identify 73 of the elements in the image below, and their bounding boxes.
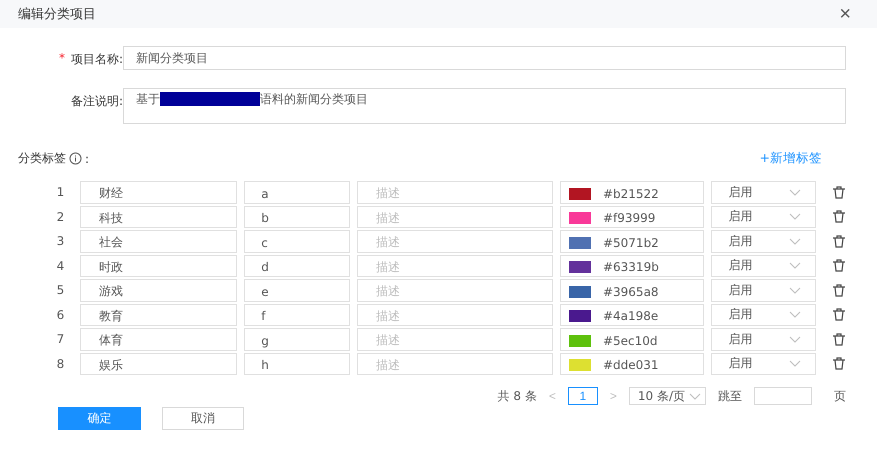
delete-button[interactable] [832,186,846,199]
delete-button[interactable] [832,284,846,297]
name-field[interactable]: 社会 [80,230,238,252]
delete-button[interactable] [832,210,846,224]
colon-text: : [85,152,90,166]
status-select[interactable]: 启用 [711,181,816,204]
color-field[interactable]: #63319b [560,254,704,277]
delete-button[interactable] [832,332,846,346]
color-field[interactable]: #5071b2 [560,230,704,252]
color-field[interactable]: #f93999 [560,206,704,228]
color-field[interactable]: #4a198e [560,304,704,326]
name-field[interactable]: 科技 [80,206,238,228]
input-field[interactable]: 新闻分类项目 [123,46,846,70]
status-select[interactable]: 启用 [711,352,816,375]
section-label: 分类标签 [18,150,66,167]
row-number: 5 [56,283,66,298]
chevron-down-icon [689,392,701,400]
required-mark: * [58,51,65,67]
delete-button[interactable] [832,234,846,248]
row-number: 8 [56,356,66,371]
color-field[interactable]: #3965a8 [560,279,704,302]
delete-button[interactable] [832,259,846,272]
field-label: 项目名称: [70,51,123,68]
jump-label: 跳至 [718,388,742,404]
field-label: 备注说明: [70,93,123,110]
name-field[interactable]: 财经 [80,181,238,204]
row-number: 7 [56,332,66,346]
color-field[interactable]: #5ec10d [560,328,704,350]
delete-button[interactable] [832,357,846,370]
code-field[interactable]: g [244,328,350,350]
color-field[interactable]: #b21522 [560,181,704,204]
dialog-title: 编辑分类项目 [18,6,96,23]
code-field[interactable]: d [244,254,350,277]
name-field[interactable]: 游戏 [80,279,238,302]
status-select[interactable]: 启用 [711,206,816,228]
chevron-down-icon [788,213,801,220]
chevron-down-icon [788,238,801,245]
code-field[interactable]: b [244,206,350,228]
chevron-down-icon [788,188,801,196]
total-count: 共 8 条 [498,388,537,404]
name-field[interactable]: 娱乐 [80,352,238,375]
chevron-down-icon [788,311,801,318]
status-select[interactable]: 启用 [711,328,816,350]
page-suffix: 页 [834,388,846,404]
status-select[interactable]: 启用 [711,254,816,277]
code-field[interactable]: e [244,279,350,302]
name-field[interactable]: 时政 [80,254,238,277]
code-field[interactable]: f [244,304,350,326]
status-select[interactable]: 启用 [711,230,816,252]
cancel-button[interactable]: 取消 [162,407,244,430]
text-area[interactable]: 基于 语料的新闻分类项目 [123,88,846,124]
chevron-down-icon [788,286,801,294]
color-field[interactable]: #dde031 [560,352,704,375]
close-button[interactable]: × [839,4,851,24]
status-select[interactable]: 启用 [711,279,816,302]
row-number: 4 [56,258,66,273]
chevron-down-icon [788,360,801,368]
chevron-down-icon [788,262,801,270]
delete-button[interactable] [832,308,846,322]
row-number: 2 [56,210,66,224]
code-field[interactable]: h [244,352,350,375]
code-field[interactable]: c [244,230,350,252]
code-field[interactable]: a [244,181,350,204]
name-field[interactable]: 体育 [80,328,238,350]
status-select[interactable]: 启用 [711,304,816,326]
row-number: 6 [56,308,66,322]
name-field[interactable]: 教育 [80,304,238,326]
info-icon [69,152,82,165]
row-number: 3 [56,234,66,248]
page-jump-field[interactable] [754,387,812,405]
row-number: 1 [56,185,66,200]
chevron-down-icon [788,336,801,343]
page-size-select[interactable]: 10 条/页 [628,387,706,405]
